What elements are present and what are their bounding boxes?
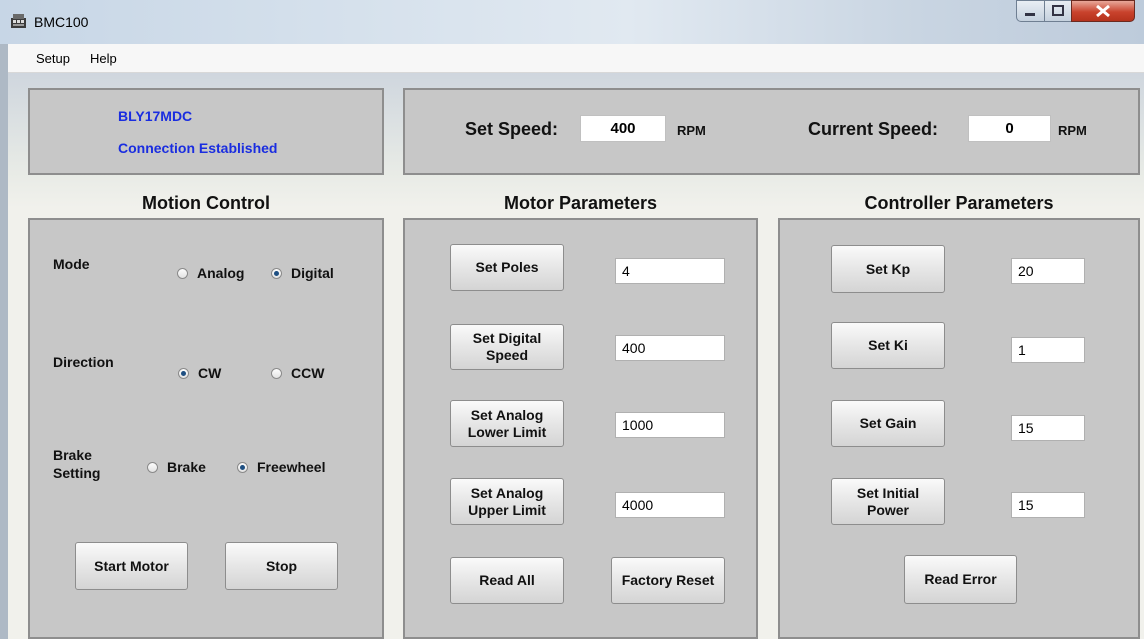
close-button[interactable] (1071, 0, 1135, 22)
brake-label-line1: Brake (53, 447, 92, 463)
app-icon (11, 14, 26, 28)
radio-off-icon (177, 267, 188, 279)
read-all-button[interactable]: Read All (450, 557, 564, 604)
ki-field[interactable]: 1 (1011, 337, 1085, 363)
maximize-button[interactable] (1044, 0, 1072, 22)
kp-field[interactable]: 20 (1011, 258, 1085, 284)
analog-lower-limit-field[interactable]: 1000 (615, 412, 725, 438)
maximize-icon (1052, 5, 1064, 16)
direction-ccw-label: CCW (291, 365, 325, 381)
controller-parameters-panel: Set Kp 20 Set Ki 1 Set Gain 15 Set Initi… (778, 218, 1140, 639)
status-panel: BLY17MDC Connection Established (28, 88, 384, 175)
radio-on-icon (237, 461, 248, 473)
set-speed-value: 400 (580, 115, 666, 142)
direction-cw-label: CW (198, 365, 222, 381)
direction-cw-radio[interactable]: CW (178, 365, 221, 381)
set-gain-button[interactable]: Set Gain (831, 400, 945, 447)
initial-power-field[interactable]: 15 (1011, 492, 1085, 518)
client-area: BLY17MDC Connection Established Set Spee… (8, 73, 1144, 639)
close-icon (1096, 4, 1110, 18)
digital-speed-field[interactable]: 400 (615, 335, 725, 361)
brake-label-line2: Setting (53, 465, 101, 481)
set-speed-label: Set Speed: (465, 119, 559, 139)
minimize-icon (1025, 13, 1035, 16)
title-bar[interactable]: BMC100 (0, 0, 1144, 44)
read-error-button[interactable]: Read Error (904, 555, 1017, 604)
current-speed-value: 0 (968, 115, 1051, 142)
set-initial-power-button[interactable]: Set Initial Power (831, 478, 945, 525)
gain-field[interactable]: 15 (1011, 415, 1085, 441)
mode-analog-radio[interactable]: Analog (177, 265, 244, 281)
set-analog-upper-limit-button[interactable]: Set Analog Upper Limit (450, 478, 564, 525)
factory-reset-button[interactable]: Factory Reset (611, 557, 725, 604)
brake-radio[interactable]: Brake (147, 459, 206, 475)
direction-ccw-radio[interactable]: CCW (271, 365, 324, 381)
start-motor-button[interactable]: Start Motor (75, 542, 188, 590)
controller-parameters-heading: Controller Parameters (864, 193, 1054, 213)
poles-field[interactable]: 4 (615, 258, 725, 284)
set-kp-button[interactable]: Set Kp (831, 245, 945, 293)
set-ki-button[interactable]: Set Ki (831, 322, 945, 369)
freewheel-option-label: Freewheel (257, 459, 326, 475)
window-title: BMC100 (34, 14, 89, 30)
menu-help[interactable]: Help (90, 51, 117, 66)
motor-parameters-heading: Motor Parameters (503, 193, 658, 213)
mode-digital-radio[interactable]: Digital (271, 265, 334, 281)
minimize-button[interactable] (1016, 0, 1045, 22)
set-speed-unit: RPM (677, 123, 706, 138)
analog-upper-limit-field[interactable]: 4000 (615, 492, 725, 518)
radio-off-icon (147, 461, 158, 473)
set-digital-speed-button[interactable]: Set Digital Speed (450, 324, 564, 370)
mode-label: Mode (53, 256, 90, 272)
mode-analog-label: Analog (197, 265, 245, 281)
motion-control-panel: Mode Analog Digital Direction CW CCW Bra… (28, 218, 384, 639)
app-window: BMC100 Setup Help BLY17MDC Connection Es… (0, 0, 1144, 639)
connection-status: Connection Established (118, 140, 278, 156)
stop-button[interactable]: Stop (225, 542, 338, 590)
menu-bar: Setup Help (8, 44, 1144, 73)
current-speed-unit: RPM (1058, 123, 1087, 138)
radio-off-icon (271, 367, 282, 379)
radio-on-icon (271, 267, 282, 279)
current-speed-label: Current Speed: (808, 119, 939, 139)
set-analog-lower-limit-button[interactable]: Set Analog Lower Limit (450, 400, 564, 447)
device-name: BLY17MDC (118, 108, 193, 124)
freewheel-radio[interactable]: Freewheel (237, 459, 325, 475)
mode-digital-label: Digital (291, 265, 334, 281)
motor-parameters-panel: Set Poles 4 Set Digital Speed 400 Set An… (403, 218, 758, 639)
motion-control-heading: Motion Control (142, 193, 270, 213)
speed-panel: Set Speed: 400 RPM Current Speed: 0 RPM (403, 88, 1140, 175)
direction-label: Direction (53, 354, 114, 370)
menu-setup[interactable]: Setup (36, 51, 70, 66)
radio-on-icon (178, 367, 189, 379)
set-poles-button[interactable]: Set Poles (450, 244, 564, 291)
brake-option-label: Brake (167, 459, 206, 475)
